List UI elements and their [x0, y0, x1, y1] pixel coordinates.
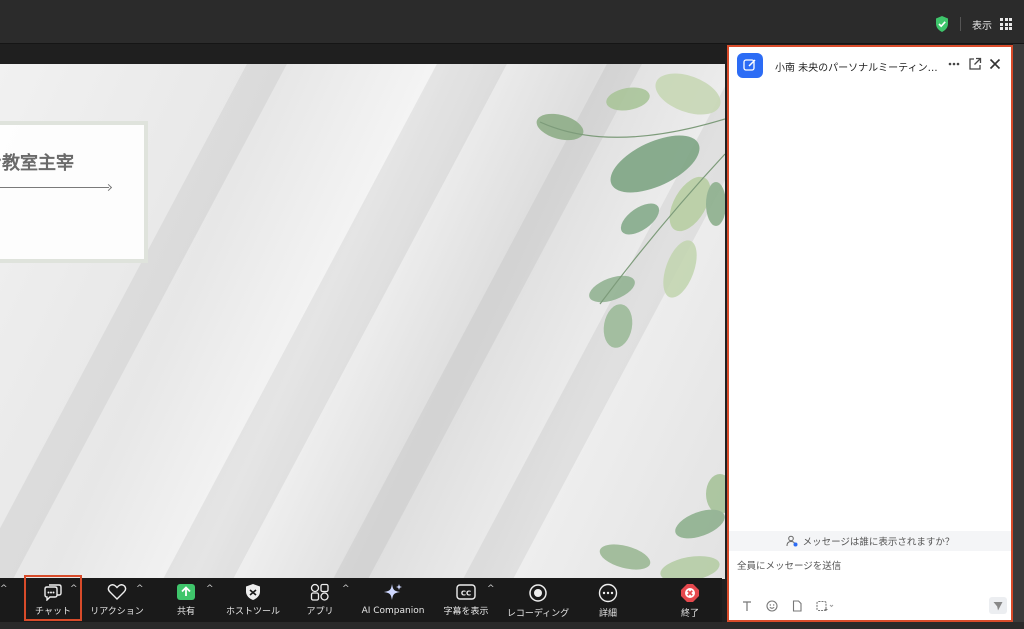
more-button[interactable]: 詳細	[588, 581, 628, 619]
more-icon[interactable]	[947, 57, 961, 71]
host-tools-shield-icon	[246, 584, 260, 600]
meeting-toolbar: ^ チャット ^ リアクション ^ 共有 ^ ホストツール アプリ ^ AI C…	[0, 578, 722, 622]
emoji-icon[interactable]	[766, 600, 778, 612]
end-icon	[681, 584, 699, 602]
recipient-selector-label: メッセージは誰に表示されますか？	[802, 537, 955, 548]
more-icon	[598, 583, 618, 603]
send-icon	[993, 602, 1003, 611]
caret-up-icon[interactable]: ^	[0, 584, 8, 594]
chat-compose-icon[interactable]	[737, 53, 763, 78]
chat-button-highlight	[24, 575, 82, 621]
shield-check-icon[interactable]	[935, 16, 949, 32]
host-tools-button[interactable]: ホストツール	[222, 581, 284, 619]
apps-button[interactable]: アプリ	[300, 581, 340, 619]
file-icon[interactable]	[791, 600, 803, 612]
close-icon[interactable]	[988, 57, 1002, 71]
composer-toolbar	[741, 599, 834, 613]
cc-icon: CC	[456, 584, 476, 600]
window-gutter	[1013, 44, 1024, 629]
apps-label: アプリ	[306, 607, 334, 617]
titlebar-controls: 表示	[935, 15, 1012, 33]
captions-button[interactable]: CC 字幕を表示	[440, 581, 492, 619]
share-caret-icon[interactable]: ^	[206, 584, 214, 594]
end-meeting-button[interactable]: 終了	[670, 581, 710, 619]
host-tools-label: ホストツール	[225, 607, 280, 617]
window-bottom-edge	[0, 622, 1024, 629]
ai-companion-button[interactable]: AI Companion	[358, 581, 428, 619]
captions-label: 字幕を表示	[443, 607, 489, 617]
chat-header: 小南 未央のパーソナルミーティング…	[729, 47, 1011, 82]
ai-companion-label: AI Companion	[361, 606, 425, 616]
shared-screen: ン教室主宰	[0, 64, 725, 579]
titlebar-divider	[960, 17, 961, 31]
send-button[interactable]	[989, 597, 1007, 614]
chat-message-list[interactable]	[729, 82, 1011, 529]
text-format-icon[interactable]	[741, 600, 753, 612]
reactions-caret-icon[interactable]: ^	[136, 584, 144, 594]
view-label[interactable]: 表示	[972, 17, 992, 32]
more-label: 詳細	[598, 609, 617, 619]
end-label: 終了	[680, 609, 699, 619]
chat-title: 小南 未央のパーソナルミーティング…	[775, 63, 941, 74]
share-screen-icon	[177, 584, 195, 600]
window-titlebar: 表示	[0, 0, 1024, 44]
heart-icon	[107, 584, 127, 600]
grid-view-icon[interactable]	[1000, 18, 1012, 30]
share-button[interactable]: 共有	[166, 581, 206, 619]
reactions-label: リアクション	[90, 607, 144, 617]
pop-out-icon[interactable]	[968, 57, 982, 71]
apps-icon	[310, 583, 329, 601]
recording-label: レコーディング	[506, 609, 570, 619]
leaf-decoration	[536, 73, 725, 579]
message-input[interactable]	[737, 558, 997, 574]
meeting-main-area: ン教室主宰	[0, 44, 725, 629]
sparkle-icon	[384, 584, 402, 600]
recording-button[interactable]: レコーディング	[504, 581, 572, 619]
captions-caret-icon[interactable]: ^	[487, 584, 495, 594]
person-icon	[786, 535, 798, 547]
apps-caret-icon[interactable]: ^	[342, 584, 350, 594]
svg-text:CC: CC	[461, 590, 471, 598]
screenshot-icon[interactable]	[816, 600, 834, 612]
share-label: 共有	[176, 607, 195, 617]
recipient-selector[interactable]: メッセージは誰に表示されますか？	[729, 531, 1011, 551]
chat-panel: 小南 未央のパーソナルミーティング… メッセージは誰に表示されますか？	[727, 45, 1013, 622]
record-icon	[529, 584, 547, 602]
